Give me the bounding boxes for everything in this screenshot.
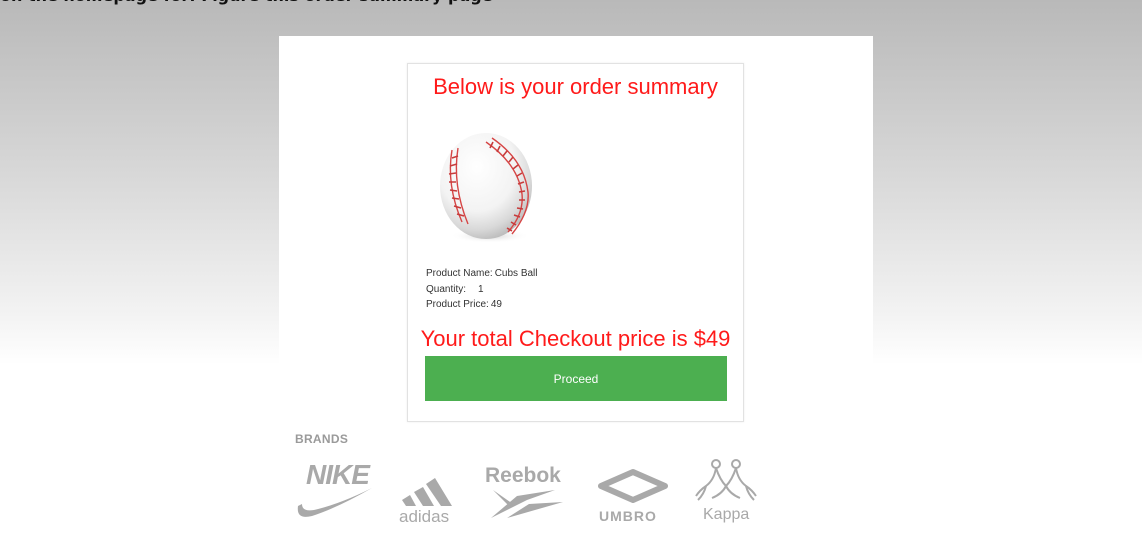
proceed-button[interactable]: Proceed	[425, 356, 727, 401]
price-row: Product Price: 49	[426, 297, 726, 313]
kappa-logo[interactable]: Kappa	[692, 456, 762, 524]
page-caption: on the homepage for: Figure this order s…	[0, 0, 700, 8]
svg-text:NIKE: NIKE	[306, 459, 371, 490]
price-value: 49	[490, 299, 502, 310]
quantity-value: 1	[478, 283, 484, 295]
order-summary-title: Below is your order summary	[433, 74, 718, 99]
nike-logo[interactable]: NIKE	[292, 458, 374, 522]
brands-heading: BRANDS	[295, 432, 349, 446]
total-checkout-price: Your total Checkout price is $49	[420, 326, 731, 351]
reebok-logo[interactable]: Reebok	[483, 460, 575, 524]
quantity-row: Quantity: 1	[426, 282, 726, 298]
svg-text:adidas: adidas	[399, 507, 449, 524]
adidas-logo[interactable]: adidas	[396, 460, 462, 524]
product-name-row: Product Name: Cubs Ball	[426, 266, 726, 282]
umbro-logo[interactable]: UMBRO	[593, 460, 673, 524]
order-summary-card: Below is your order summary Product Name…	[407, 63, 744, 422]
product-name-label: Product Name:	[426, 268, 493, 279]
svg-text:Reebok: Reebok	[485, 464, 561, 487]
product-name-value: Cubs Ball	[494, 268, 538, 279]
price-label: Product Price:	[426, 299, 489, 310]
product-details: Product Name: Cubs Ball Quantity: 1 Prod…	[426, 266, 726, 313]
svg-text:UMBRO: UMBRO	[599, 508, 657, 524]
baseball-image	[438, 130, 538, 244]
svg-text:Kappa: Kappa	[703, 506, 749, 523]
quantity-label: Quantity:	[426, 283, 467, 295]
